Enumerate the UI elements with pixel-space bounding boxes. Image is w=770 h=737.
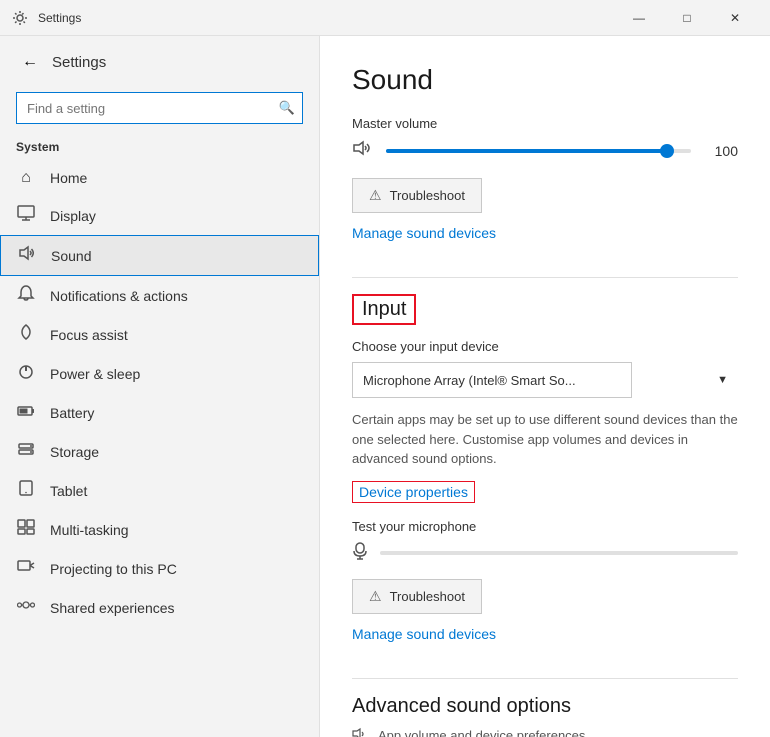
sidebar-item-label: Notifications & actions xyxy=(50,288,188,304)
advanced-row: App volume and device preferences... xyxy=(352,726,738,737)
battery-icon xyxy=(16,402,36,423)
main-content: ← Settings 🔍 System ⌂ Home Display Sound xyxy=(0,36,770,737)
master-volume-label: Master volume xyxy=(352,116,738,131)
advanced-section: Advanced sound options App volume and de… xyxy=(352,695,738,737)
sidebar-item-label: Multi-tasking xyxy=(50,522,129,538)
sidebar-item-projecting[interactable]: Projecting to this PC xyxy=(0,549,319,588)
warning-icon-2: ⚠ xyxy=(369,588,382,605)
search-input[interactable] xyxy=(16,92,303,124)
close-button[interactable]: ✕ xyxy=(712,4,758,32)
settings-app-icon xyxy=(12,10,28,26)
sidebar: ← Settings 🔍 System ⌂ Home Display Sound xyxy=(0,36,320,737)
master-volume-row: 100 xyxy=(352,139,738,162)
app-volume-label: App volume and device preferences... xyxy=(378,728,596,737)
sidebar-item-home[interactable]: ⌂ Home xyxy=(0,160,319,196)
divider-2 xyxy=(352,678,738,679)
title-bar-left: Settings xyxy=(12,10,81,26)
projecting-icon xyxy=(16,558,36,579)
minimize-button[interactable]: — xyxy=(616,4,662,32)
sidebar-item-multitasking[interactable]: Multi-tasking xyxy=(0,510,319,549)
window-controls: — □ ✕ xyxy=(616,4,758,32)
choose-input-label: Choose your input device xyxy=(352,339,738,354)
storage-icon xyxy=(16,441,36,462)
sidebar-item-label: Sound xyxy=(51,248,91,264)
divider-1 xyxy=(352,277,738,278)
test-mic-label: Test your microphone xyxy=(352,519,738,534)
sidebar-section-label: System xyxy=(0,136,319,160)
manage-sound-devices-link-2[interactable]: Manage sound devices xyxy=(352,626,496,642)
test-mic-row xyxy=(352,542,738,565)
sidebar-item-label: Home xyxy=(50,170,87,186)
sidebar-item-label: Display xyxy=(50,208,96,224)
volume-slider[interactable] xyxy=(386,149,691,153)
sidebar-item-tablet[interactable]: Tablet xyxy=(0,471,319,510)
input-section: Input Choose your input device Microphon… xyxy=(352,294,738,662)
volume-icon xyxy=(352,139,374,162)
sidebar-item-label: Storage xyxy=(50,444,99,460)
sidebar-item-battery[interactable]: Battery xyxy=(0,393,319,432)
manage-sound-devices-link-1[interactable]: Manage sound devices xyxy=(352,225,496,241)
maximize-button[interactable]: □ xyxy=(664,4,710,32)
sidebar-item-focus[interactable]: Focus assist xyxy=(0,315,319,354)
troubleshoot-label-1: Troubleshoot xyxy=(390,188,465,203)
sidebar-item-label: Tablet xyxy=(50,483,87,499)
input-device-select-container: Microphone Array (Intel® Smart So... ▼ xyxy=(352,362,738,398)
volume-value: 100 xyxy=(703,143,738,159)
input-section-title: Input xyxy=(362,294,406,320)
title-bar-title: Settings xyxy=(38,11,81,25)
home-icon: ⌂ xyxy=(16,169,36,187)
troubleshoot-label-2: Troubleshoot xyxy=(390,589,465,604)
input-info-text: Certain apps may be set up to use differ… xyxy=(352,410,738,469)
shared-icon xyxy=(16,597,36,618)
sidebar-item-display[interactable]: Display xyxy=(0,196,319,235)
search-icon: 🔍 xyxy=(279,100,295,116)
sidebar-item-label: Shared experiences xyxy=(50,600,175,616)
troubleshoot-button-1[interactable]: ⚠ Troubleshoot xyxy=(352,178,482,213)
content-area: Sound Master volume 100 ⚠ Troubleshoot M… xyxy=(320,36,770,737)
sidebar-nav-top: ← Settings xyxy=(0,36,319,88)
advanced-section-title: Advanced sound options xyxy=(352,695,738,718)
back-button[interactable]: ← xyxy=(16,48,44,76)
chevron-down-icon: ▼ xyxy=(717,374,728,386)
sidebar-item-label: Power & sleep xyxy=(50,366,140,382)
app-volume-icon xyxy=(352,726,368,737)
sidebar-item-label: Battery xyxy=(50,405,94,421)
device-properties-link[interactable]: Device properties xyxy=(352,481,475,503)
sidebar-item-power[interactable]: Power & sleep xyxy=(0,354,319,393)
page-title: Sound xyxy=(352,64,738,96)
power-icon xyxy=(16,363,36,384)
sidebar-item-label: Focus assist xyxy=(50,327,128,343)
warning-icon-1: ⚠ xyxy=(369,187,382,204)
sidebar-item-shared[interactable]: Shared experiences xyxy=(0,588,319,627)
input-device-select[interactable]: Microphone Array (Intel® Smart So... xyxy=(352,362,632,398)
troubleshoot-button-2[interactable]: ⚠ Troubleshoot xyxy=(352,579,482,614)
search-box: 🔍 xyxy=(16,92,303,124)
microphone-icon xyxy=(352,542,368,565)
sidebar-item-sound[interactable]: Sound xyxy=(0,235,319,276)
tablet-icon xyxy=(16,480,36,501)
title-bar: Settings — □ ✕ xyxy=(0,0,770,36)
sidebar-app-title: Settings xyxy=(52,54,106,71)
sidebar-item-label: Projecting to this PC xyxy=(50,561,177,577)
sidebar-item-storage[interactable]: Storage xyxy=(0,432,319,471)
notifications-icon xyxy=(16,285,36,306)
focus-icon xyxy=(16,324,36,345)
mic-level-slider[interactable] xyxy=(380,551,738,555)
multitasking-icon xyxy=(16,519,36,540)
sidebar-item-notifications[interactable]: Notifications & actions xyxy=(0,276,319,315)
display-icon xyxy=(16,205,36,226)
sound-icon xyxy=(17,245,37,266)
